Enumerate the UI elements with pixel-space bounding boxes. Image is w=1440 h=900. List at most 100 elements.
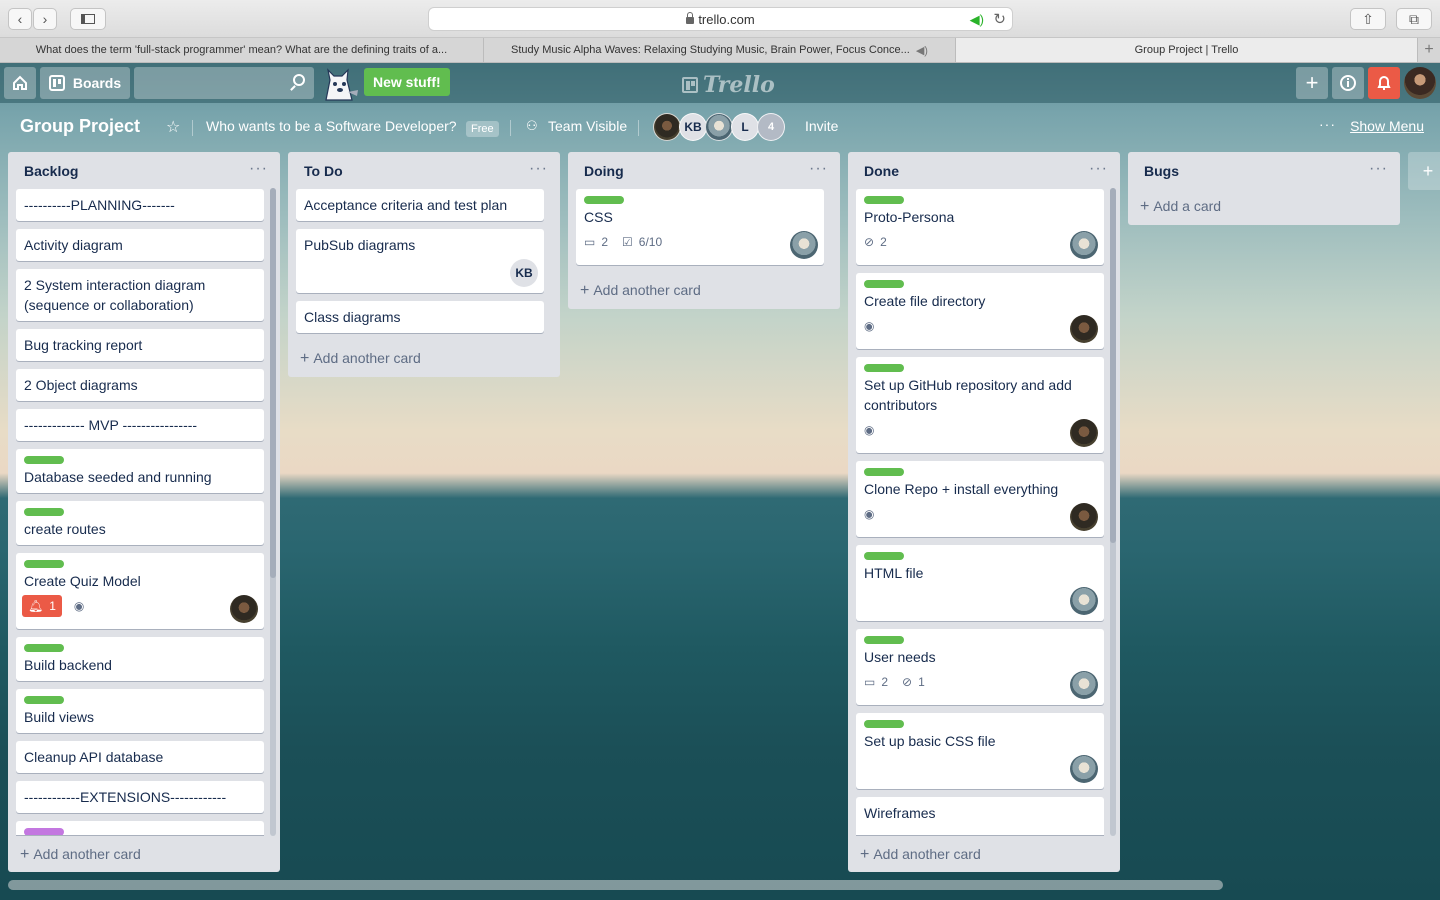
card[interactable]: Cleanup API database (16, 741, 264, 773)
reload-icon[interactable]: ↻ (993, 10, 1006, 28)
more-members-badge[interactable]: 4 (757, 113, 785, 141)
speaker-icon[interactable]: ◀) (970, 12, 984, 28)
create-button[interactable]: + (1296, 67, 1328, 99)
list-menu-icon[interactable]: ··· (1089, 160, 1108, 178)
add-card-button[interactable]: + Add another card (860, 846, 981, 864)
card[interactable]: Create Quiz Model 🔔︎ 1 ◉ (16, 553, 264, 629)
speaker-muted-icon[interactable]: ◀) (916, 44, 928, 57)
list-done[interactable]: Done ··· Proto-Persona ⊘ 2 Create file di… (848, 152, 1120, 872)
card[interactable]: PubSub diagrams KB (296, 229, 544, 293)
card-member-avatar[interactable] (1070, 671, 1098, 699)
browser-tab[interactable]: What does the term 'full-stack programme… (0, 38, 484, 62)
invite-button[interactable]: Invite (805, 118, 838, 134)
new-tab-button[interactable]: + (1418, 38, 1440, 62)
card-member-avatar[interactable] (790, 231, 818, 259)
card[interactable]: Set up GitHub repository and add contrib… (856, 357, 1104, 453)
card-label-green[interactable] (864, 636, 904, 644)
card[interactable]: 2 System interaction diagram (sequence o… (16, 269, 264, 321)
list-scrollbar[interactable] (1110, 188, 1116, 836)
card[interactable]: User needs ▭ 2 ⊘ 1 (856, 629, 1104, 705)
search-icon[interactable] (293, 74, 305, 86)
card-label-green[interactable] (24, 456, 64, 464)
board-horizontal-scrollbar[interactable] (8, 880, 1223, 890)
card-label-green[interactable] (24, 508, 64, 516)
card[interactable]: ------------- MVP ---------------- (16, 409, 264, 441)
new-stuff-button[interactable]: New stuff! (364, 68, 450, 96)
notifications-button[interactable] (1368, 67, 1400, 99)
card-label-green[interactable] (864, 720, 904, 728)
tabs-overview-button[interactable]: ⧉ (1396, 8, 1432, 30)
show-menu-button[interactable]: Show Menu (1350, 118, 1424, 134)
list-title[interactable]: To Do (304, 163, 343, 179)
card-member-avatar[interactable] (1070, 587, 1098, 615)
share-button[interactable]: ⇧ (1350, 8, 1386, 30)
card[interactable]: Build views (16, 689, 264, 733)
card[interactable]: Proto-Persona ⊘ 2 (856, 189, 1104, 265)
card[interactable]: Build backend (16, 637, 264, 681)
member-avatar[interactable]: L (731, 113, 759, 141)
card[interactable]: Class diagrams (296, 301, 544, 333)
card[interactable] (16, 821, 264, 835)
card-member-avatar[interactable]: KB (510, 259, 538, 287)
list-scroll-thumb[interactable] (1110, 188, 1116, 543)
card-label-green[interactable] (864, 280, 904, 288)
visibility-button[interactable]: Team Visible (548, 118, 627, 134)
list-title[interactable]: Backlog (24, 163, 78, 179)
card[interactable]: Database seeded and running (16, 449, 264, 493)
card[interactable]: Set up basic CSS file (856, 713, 1104, 789)
board-title[interactable]: Group Project (20, 116, 140, 137)
add-card-button[interactable]: + Add a card (1140, 198, 1221, 216)
list-menu-icon[interactable]: ··· (529, 160, 548, 178)
card[interactable]: ----------PLANNING------- (16, 189, 264, 221)
card[interactable]: create routes (16, 501, 264, 545)
card[interactable]: ------------EXTENSIONS------------ (16, 781, 264, 813)
member-avatar[interactable] (653, 113, 681, 141)
list-menu-icon[interactable]: ··· (249, 160, 268, 178)
card-member-avatar[interactable] (1070, 419, 1098, 447)
more-icon[interactable]: ··· (1319, 116, 1336, 132)
card-member-avatar[interactable] (230, 595, 258, 623)
card-member-avatar[interactable] (1070, 231, 1098, 259)
user-avatar[interactable] (1404, 67, 1436, 99)
card[interactable]: CSS ▭ 2 ☑ 6/10 (576, 189, 824, 265)
card[interactable]: Bug tracking report (16, 329, 264, 361)
trello-logo[interactable]: Trello (682, 72, 775, 98)
forward-button[interactable]: › (33, 8, 57, 30)
search-input[interactable] (134, 67, 314, 99)
list-title[interactable]: Done (864, 163, 899, 179)
browser-tab[interactable]: Study Music Alpha Waves: Relaxing Studyi… (484, 38, 956, 62)
member-avatar[interactable] (705, 113, 733, 141)
card[interactable]: Acceptance criteria and test plan (296, 189, 544, 221)
card-member-avatar[interactable] (1070, 315, 1098, 343)
boards-button[interactable]: Boards (40, 67, 130, 99)
list-scrollbar[interactable] (270, 188, 276, 836)
card-member-avatar[interactable] (1070, 755, 1098, 783)
list-bugs[interactable]: Bugs ··· + Add a card (1128, 152, 1400, 225)
info-button[interactable] (1332, 67, 1364, 99)
home-button[interactable] (4, 67, 36, 99)
card[interactable]: Activity diagram (16, 229, 264, 261)
card-member-avatar[interactable] (1070, 503, 1098, 531)
address-bar[interactable]: trello.com ◀) ↻ (428, 7, 1013, 31)
star-icon[interactable]: ☆ (166, 117, 180, 137)
list-to-do[interactable]: To Do ··· Acceptance criteria and test p… (288, 152, 560, 377)
list-title[interactable]: Bugs (1144, 163, 1179, 179)
add-card-button[interactable]: + Add another card (300, 350, 421, 368)
add-card-button[interactable]: + Add another card (20, 846, 141, 864)
sidebar-toggle-button[interactable] (70, 8, 106, 30)
card[interactable]: HTML file (856, 545, 1104, 621)
browser-tab-active[interactable]: Group Project | Trello (956, 38, 1418, 62)
card-label-green[interactable] (584, 196, 624, 204)
card-label-green[interactable] (864, 196, 904, 204)
card-label-purple[interactable] (24, 828, 64, 835)
card-label-green[interactable] (24, 696, 64, 704)
add-list-button[interactable]: + (1408, 152, 1440, 190)
team-name[interactable]: Who wants to be a Software Developer? (206, 118, 457, 134)
list-doing[interactable]: Doing ··· CSS ▭ 2 ☑ 6/10 + Add another card (568, 152, 840, 309)
card-label-green[interactable] (864, 468, 904, 476)
list-scroll-thumb[interactable] (270, 188, 276, 578)
card-label-green[interactable] (24, 560, 64, 568)
card[interactable]: Wireframes (856, 797, 1104, 835)
list-menu-icon[interactable]: ··· (809, 160, 828, 178)
member-avatar[interactable]: KB (679, 113, 707, 141)
